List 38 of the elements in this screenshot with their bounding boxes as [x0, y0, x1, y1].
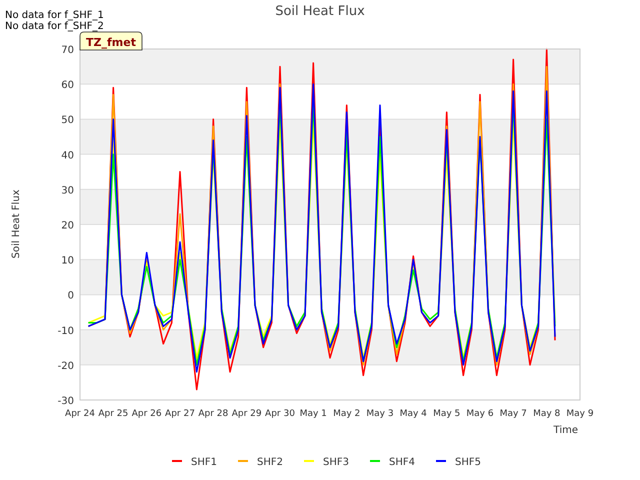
legend-label: SHF4: [389, 457, 415, 468]
tick-label: 0: [68, 290, 74, 302]
tick-label: 40: [61, 150, 74, 162]
tick-label: May 5: [433, 409, 460, 419]
tick-label: 30: [61, 185, 74, 196]
legend-label: SHF2: [257, 457, 283, 468]
chart-title: Soil Heat Flux: [275, 4, 365, 19]
tick-label: Apr 25: [98, 409, 128, 419]
tz-badge: TZ_fmet: [80, 32, 142, 50]
legend-label: SHF1: [191, 457, 217, 468]
tick-label: May 3: [366, 409, 394, 419]
tick-label: 70: [61, 45, 74, 56]
tick-label: May 9: [566, 409, 594, 419]
tick-label: 20: [61, 220, 74, 232]
tick-label: Apr 29: [232, 409, 262, 419]
tick-label: 50: [61, 115, 74, 126]
tick-label: 60: [61, 80, 74, 92]
tick-label: -10: [58, 326, 74, 337]
no-data-note: No data for f_SHF_1: [5, 10, 104, 21]
tick-label: May 2: [333, 409, 360, 419]
tick-label: May 6: [466, 409, 494, 419]
legend-label: SHF3: [323, 457, 349, 468]
tick-label: 10: [61, 256, 74, 267]
tick-label: May 7: [500, 409, 527, 419]
tick-label: May 4: [400, 409, 427, 419]
tick-label: May 8: [533, 409, 560, 419]
x-axis-label: Time: [554, 425, 578, 436]
tick-label: Apr 24: [65, 409, 95, 419]
tick-label: Apr 27: [165, 409, 195, 419]
y-axis-label: Soil Heat Flux: [11, 190, 22, 258]
legend-label: SHF5: [455, 457, 481, 468]
tick-label: May 1: [300, 409, 327, 419]
tick-label: -30: [58, 396, 74, 407]
tick-label: Apr 26: [132, 409, 162, 419]
tick-label: Apr 30: [265, 409, 295, 419]
tick-label: -20: [58, 360, 74, 372]
tick-label: Apr 28: [198, 409, 228, 419]
no-data-note: No data for f_SHF_2: [5, 21, 104, 32]
